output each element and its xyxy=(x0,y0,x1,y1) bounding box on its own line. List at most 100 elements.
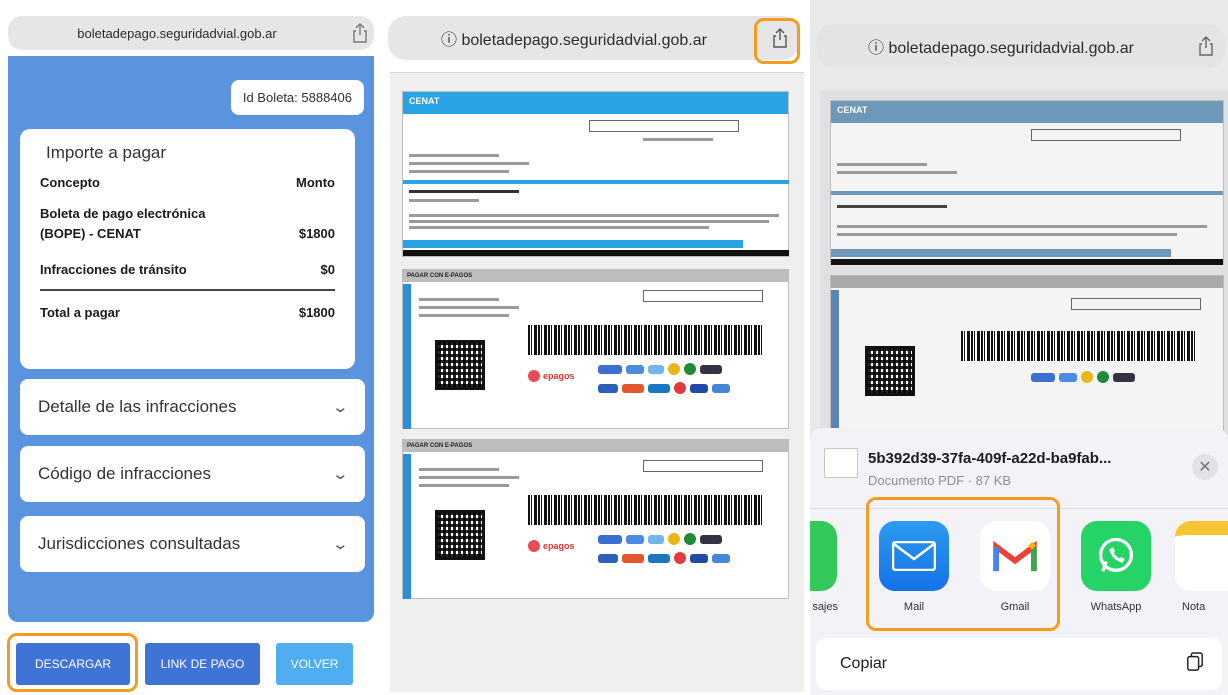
volver-button[interactable]: VOLVER xyxy=(276,643,353,685)
text-line xyxy=(409,199,479,202)
concepto-header: Concepto xyxy=(40,175,100,190)
text-line xyxy=(419,314,509,317)
text-line xyxy=(409,220,769,223)
share-app-notas[interactable]: Nota xyxy=(1170,521,1228,613)
share-apps-row: sajes Mail Gmail WhatsApp Nota xyxy=(810,508,1228,628)
text-line xyxy=(643,138,713,141)
pdf-document[interactable]: CENAT PAGAR CON E-PAGOS epagos PAGAR CON… xyxy=(390,72,804,692)
coupon-side-strip xyxy=(403,284,411,429)
app-label: Mail xyxy=(903,601,925,613)
copy-icon xyxy=(1186,651,1204,677)
pdf-page-boleta: CENAT xyxy=(402,91,789,257)
coupon-side-strip xyxy=(403,454,411,599)
share-app-mail[interactable]: Mail xyxy=(874,521,954,613)
pdf-coupon: PAGAR CON E-PAGOS epagos xyxy=(402,439,789,599)
chevron-down-icon: ⌄ xyxy=(331,399,350,416)
accordion-label: Código de infracciones xyxy=(38,464,211,483)
monto-header: Monto xyxy=(296,175,335,190)
text-line xyxy=(409,214,779,217)
text-line xyxy=(837,163,927,166)
close-icon[interactable]: ✕ xyxy=(1192,454,1218,480)
accordion-detalle-infracciones[interactable]: Detalle de las infracciones ⌄ xyxy=(20,379,365,435)
bottom-bar xyxy=(831,259,1223,265)
bank-logo xyxy=(684,533,696,545)
mail-icon xyxy=(879,521,949,591)
address-bar[interactable]: ⓘ boletadepago.seguridadvial.gob.ar xyxy=(816,24,1226,68)
share-icon[interactable] xyxy=(346,19,374,47)
copiar-label: Copiar xyxy=(840,655,888,672)
payment-logos xyxy=(1031,371,1135,383)
payment-logos: epagos xyxy=(528,370,575,382)
importe-header-row: Concepto Monto xyxy=(40,175,335,190)
address-bar[interactable]: ⓘ boletadepago.seguridadvial.gob.ar xyxy=(388,16,800,60)
accordion-jurisdicciones[interactable]: Jurisdicciones consultadas ⌄ xyxy=(20,516,365,572)
mastercard-logo xyxy=(674,382,686,394)
bank-logo xyxy=(712,383,730,393)
payment-logos: epagos xyxy=(528,540,575,552)
pdf-preview-panel: ⓘ boletadepago.seguridadvial.gob.ar CENA… xyxy=(384,0,810,695)
text-line xyxy=(409,226,709,229)
epagos-icon xyxy=(528,370,540,382)
share-icon[interactable] xyxy=(1186,32,1226,60)
coupon-header xyxy=(831,276,1223,288)
link-de-pago-button[interactable]: LINK DE PAGO xyxy=(145,643,260,685)
epagos-logo: epagos xyxy=(528,370,575,382)
bank-logo xyxy=(1059,372,1077,382)
coupon-header-text: PAGAR CON E-PAGOS xyxy=(407,443,473,449)
bank-logo xyxy=(668,363,680,375)
text-line xyxy=(837,205,947,208)
text-line xyxy=(837,225,1207,228)
whatsapp-icon xyxy=(1081,521,1151,591)
share-app-gmail[interactable]: Gmail xyxy=(975,521,1055,613)
bank-logo xyxy=(700,534,722,544)
bank-logo xyxy=(626,364,644,374)
share-app-whatsapp[interactable]: WhatsApp xyxy=(1076,521,1156,613)
payment-logos-row1 xyxy=(598,533,722,545)
bank-logo xyxy=(622,553,644,563)
url-value: boletadepago.seguridadvial.gob.ar xyxy=(461,32,707,49)
cenat-logo-text: CENAT xyxy=(837,105,868,115)
address-bar[interactable]: boletadepago.seguridadvial.gob.ar xyxy=(8,16,374,50)
bank-logo xyxy=(598,553,618,563)
concept-row-bope: Boleta de pago electrónica (BOPE) - CENA… xyxy=(40,204,335,244)
concept-row-infracciones: Infracciones de tránsito $0 xyxy=(40,262,335,291)
bank-logo xyxy=(598,364,622,374)
visa-logo xyxy=(690,383,708,393)
copiar-action[interactable]: Copiar xyxy=(816,638,1222,690)
pdf-page-boleta: CENAT xyxy=(830,100,1224,265)
url-text: ⓘ boletadepago.seguridadvial.gob.ar xyxy=(868,40,1134,57)
chevron-down-icon: ⌄ xyxy=(331,536,350,553)
text-line xyxy=(409,162,529,165)
importe-card: Importe a pagar Concepto Monto Boleta de… xyxy=(20,129,355,369)
accordion-codigo-infracciones[interactable]: Código de infracciones ⌄ xyxy=(20,446,365,502)
payment-logos-row1 xyxy=(598,363,722,375)
pdf-thumbnail-icon xyxy=(824,448,858,478)
coupon-number-box xyxy=(643,290,763,302)
app-label: Gmail xyxy=(1000,601,1030,613)
boleta-card: Id Boleta: 5888406 Importe a pagar Conce… xyxy=(8,56,374,622)
infracciones-label: Infracciones de tránsito xyxy=(40,262,187,277)
share-icon[interactable] xyxy=(760,24,800,52)
payment-logos-row2 xyxy=(598,382,730,394)
qr-code xyxy=(435,510,485,560)
bank-logo xyxy=(648,553,670,563)
text-line xyxy=(419,468,499,471)
bank-logo xyxy=(700,364,722,374)
accordion-label: Detalle de las infracciones xyxy=(38,397,237,416)
share-sheet: 5b392d39-37fa-409f-a22d-ba9fab... Docume… xyxy=(810,428,1228,695)
bank-logo xyxy=(622,383,644,393)
cenat-logo-text: CENAT xyxy=(409,96,440,106)
share-sheet-panel: ⓘ boletadepago.seguridadvial.gob.ar CENA… xyxy=(810,0,1228,695)
text-line xyxy=(837,233,1177,236)
share-app-mensajes[interactable]: sajes xyxy=(810,521,842,613)
bank-logo xyxy=(648,534,664,544)
pdf-document-dimmed: CENAT xyxy=(820,90,1228,435)
bank-logo xyxy=(1031,372,1055,382)
descargar-button[interactable]: DESCARGAR xyxy=(16,643,130,685)
qr-code xyxy=(865,346,915,396)
bank-logo xyxy=(712,553,730,563)
concept-amount: $1800 xyxy=(298,226,335,241)
total-row: Total a pagar $1800 xyxy=(40,305,335,320)
url-value: boletadepago.seguridadvial.gob.ar xyxy=(888,40,1134,57)
file-meta: Documento PDF · 87 KB xyxy=(868,473,1012,488)
